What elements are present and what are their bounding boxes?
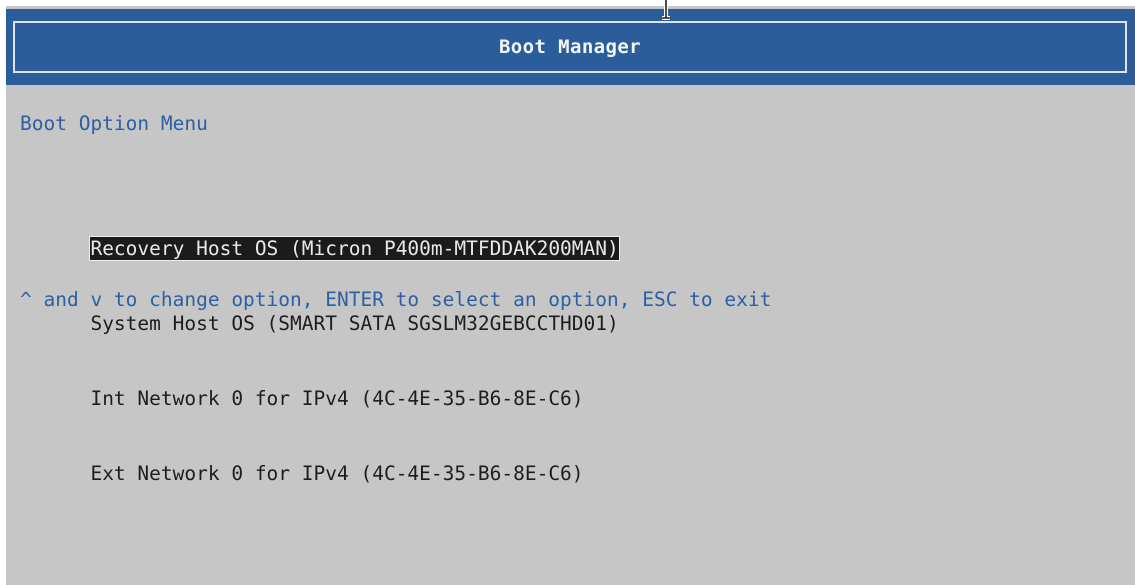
boot-option-list: Recovery Host OS (Micron P400m-MTFDDAK20… (20, 161, 620, 511)
page-title: Boot Manager (498, 36, 642, 58)
boot-option-int-network[interactable]: Int Network 0 for IPv4 (4C-4E-35-B6-8E-C… (20, 361, 619, 410)
header-bar: Boot Manager (6, 9, 1135, 85)
boot-option-label: Recovery Host OS (Micron P400m-MTFDDAK20… (89, 236, 620, 261)
boot-option-label: Ext Network 0 for IPv4 (4C-4E-35-B6-8E-C… (90, 462, 584, 485)
boot-option-ext-network[interactable]: Ext Network 0 for IPv4 (4C-4E-35-B6-8E-C… (20, 436, 619, 485)
menu-title: Boot Option Menu (20, 112, 208, 135)
boot-option-label: Int Network 0 for IPv4 (4C-4E-35-B6-8E-C… (90, 387, 584, 410)
boot-option-recovery-host[interactable]: Recovery Host OS (Micron P400m-MTFDDAK20… (20, 211, 620, 261)
boot-option-label: System Host OS (SMART SATA SGSLM32GEBCCT… (90, 312, 619, 335)
header-frame: Boot Manager (13, 21, 1127, 73)
boot-manager-screen: Boot Manager Boot Option Menu Recovery H… (6, 6, 1135, 585)
navigation-hint: ^ and v to change option, ENTER to selec… (20, 288, 772, 311)
text-cursor-icon (662, 0, 670, 20)
